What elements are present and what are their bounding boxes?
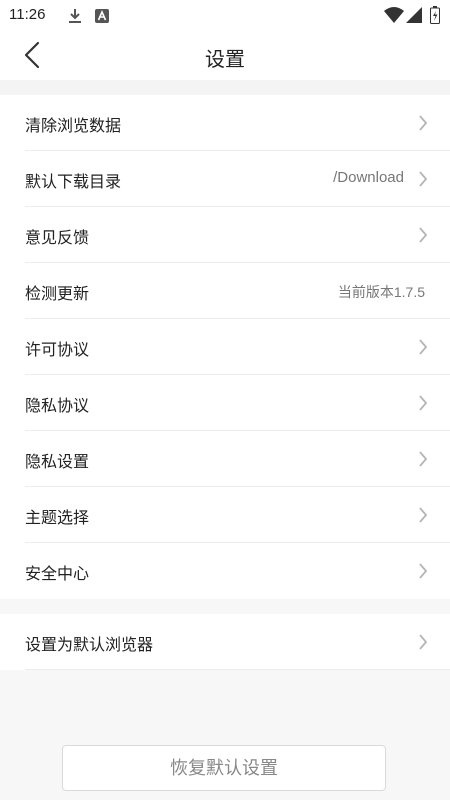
- row-label: 隐私协议: [25, 396, 90, 415]
- check-update-item[interactable]: 检测更新 当前版本1.7.5: [0, 263, 450, 319]
- status-bar: 11:26: [0, 0, 450, 30]
- row-label: 许可协议: [25, 340, 90, 359]
- status-time: 11:26: [9, 6, 46, 23]
- chevron-right-icon: [418, 506, 428, 524]
- settings-group-browser: 设置为默认浏览器: [0, 614, 450, 670]
- chevron-right-icon: [418, 338, 428, 356]
- chevron-right-icon: [418, 633, 428, 651]
- set-default-browser-item[interactable]: 设置为默认浏览器: [0, 614, 450, 670]
- chevron-right-icon: [418, 170, 428, 188]
- clear-browsing-data-item[interactable]: 清除浏览数据: [0, 95, 450, 151]
- row-label: 设置为默认浏览器: [25, 635, 154, 654]
- chevron-right-icon: [418, 394, 428, 412]
- privacy-settings-item[interactable]: 隐私设置: [0, 431, 450, 487]
- restore-defaults-button[interactable]: 恢复默认设置: [62, 745, 386, 791]
- row-label: 隐私设置: [25, 452, 90, 471]
- chevron-right-icon: [418, 226, 428, 244]
- settings-group-main: 清除浏览数据 默认下载目录 /Download 意见反馈 检测更新 当前版本1.…: [0, 95, 450, 599]
- header: 设置: [0, 30, 450, 80]
- wifi-icon: [384, 7, 404, 27]
- security-center-item[interactable]: 安全中心: [0, 543, 450, 599]
- privacy-agreement-item[interactable]: 隐私协议: [0, 375, 450, 431]
- download-icon: [68, 8, 82, 28]
- chevron-right-icon: [418, 562, 428, 580]
- default-download-dir-item[interactable]: 默认下载目录 /Download: [0, 151, 450, 207]
- row-label: 安全中心: [25, 564, 90, 583]
- battery-icon: [430, 6, 440, 28]
- version-value: 当前版本1.7.5: [337, 284, 425, 300]
- row-label: 默认下载目录: [25, 172, 122, 191]
- license-agreement-item[interactable]: 许可协议: [0, 319, 450, 375]
- signal-icon: [406, 7, 422, 27]
- theme-select-item[interactable]: 主题选择: [0, 487, 450, 543]
- section-gap: [0, 80, 450, 95]
- chevron-right-icon: [418, 114, 428, 132]
- text-a-icon: [95, 8, 109, 27]
- row-label: 主题选择: [25, 508, 90, 527]
- chevron-right-icon: [418, 450, 428, 468]
- row-label: 检测更新: [25, 284, 90, 303]
- page-title: 设置: [205, 47, 245, 71]
- row-label: 清除浏览数据: [25, 116, 122, 135]
- download-dir-value: /Download: [333, 169, 404, 186]
- row-label: 意见反馈: [25, 228, 90, 247]
- divider: [25, 669, 450, 670]
- feedback-item[interactable]: 意见反馈: [0, 207, 450, 263]
